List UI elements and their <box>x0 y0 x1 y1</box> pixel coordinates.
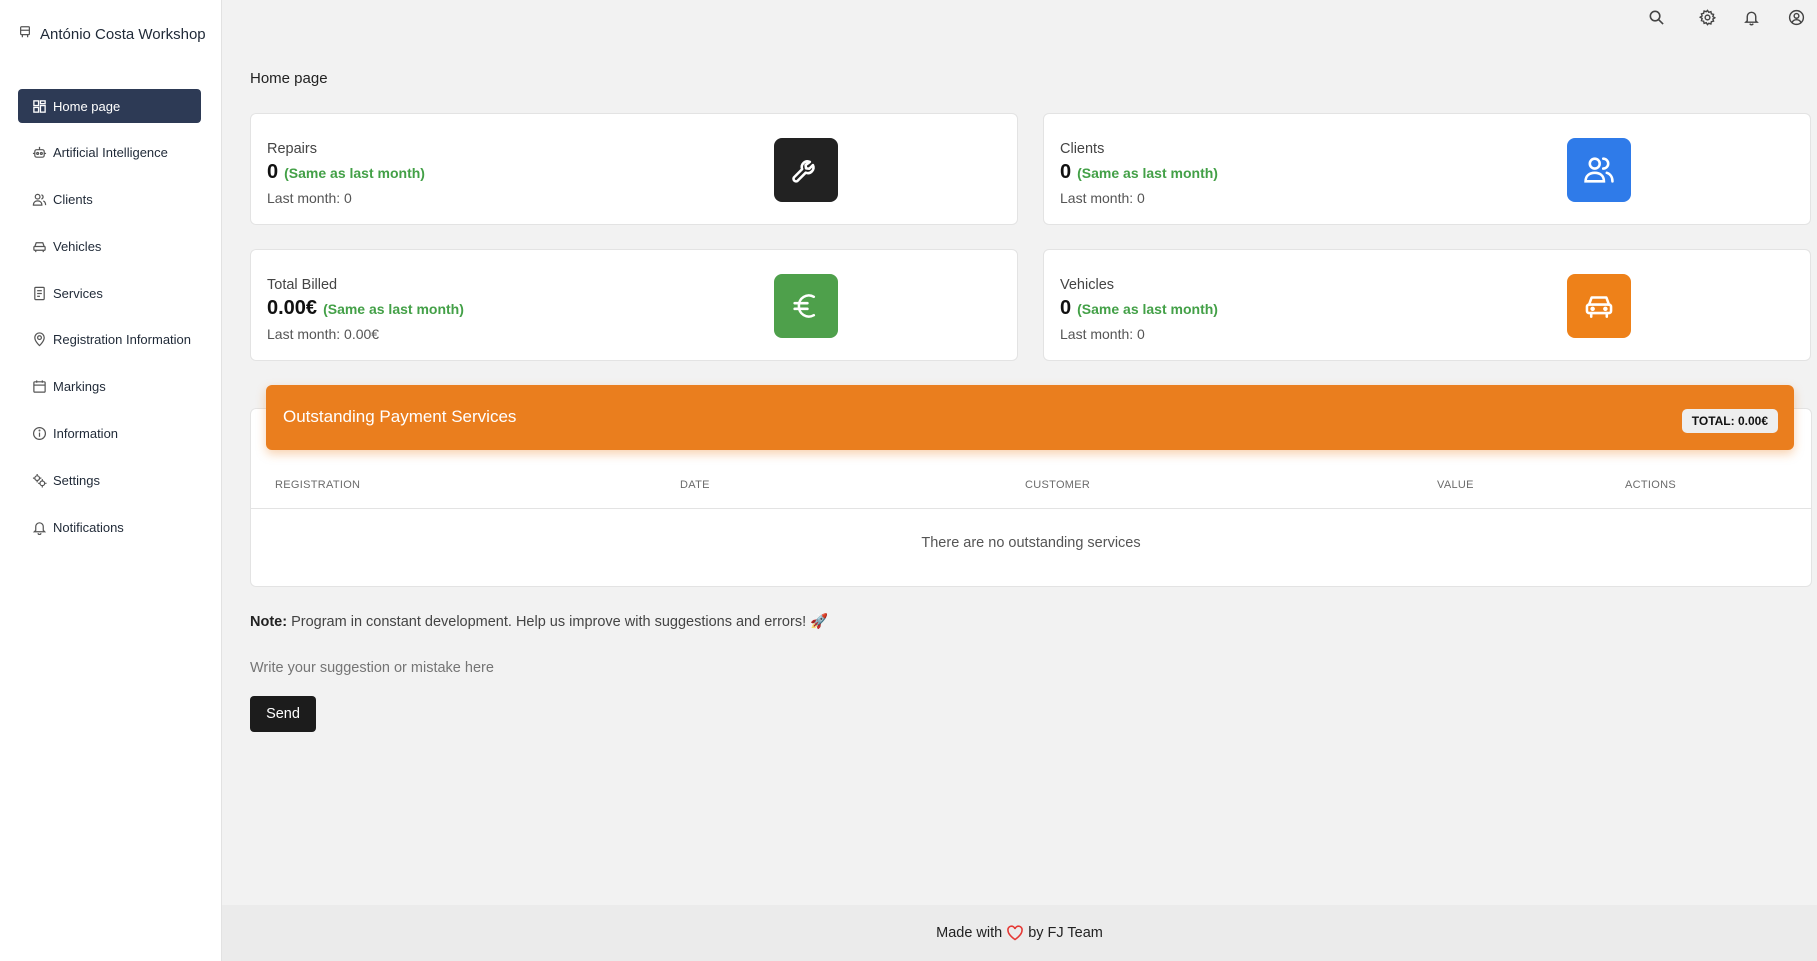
location-pin-icon <box>32 332 47 347</box>
card-delta: (Same as last month) <box>323 301 464 317</box>
empty-state-text: There are no outstanding services <box>921 535 1141 551</box>
sidebar-item-label: Clients <box>53 192 93 208</box>
card-delta: (Same as last month) <box>1077 165 1218 181</box>
document-icon <box>32 286 47 301</box>
column-header-registration[interactable]: REGISTRATION <box>275 479 360 491</box>
card-value-row: 0 (Same as last month) <box>1060 297 1218 320</box>
card-value-row: 0 (Same as last month) <box>1060 161 1218 184</box>
wrench-icon <box>774 138 838 202</box>
sidebar-item-label: Vehicles <box>53 238 102 254</box>
sidebar-item-markings[interactable]: Markings <box>18 370 201 404</box>
billed-card: Total Billed 0.00€ (Same as last month) … <box>250 249 1018 361</box>
sidebar-item-label: Home page <box>53 98 121 114</box>
card-label: Vehicles <box>1060 277 1115 293</box>
sidebar-item-vehicles[interactable]: Vehicles <box>18 229 201 263</box>
development-note: Note: Program in constant development. H… <box>250 613 828 630</box>
sidebar-item-ai[interactable]: Artificial Intelligence <box>18 136 201 170</box>
robot-icon <box>32 145 47 160</box>
euro-icon <box>774 274 838 338</box>
gears-icon <box>32 473 47 488</box>
users-icon <box>32 192 47 207</box>
column-header-date[interactable]: DATE <box>680 479 710 491</box>
calendar-icon <box>32 379 47 394</box>
brand[interactable]: António Costa Workshop <box>18 25 206 43</box>
card-last-month: Last month: 0 <box>1060 190 1145 206</box>
outstanding-header: Outstanding Payment Services TOTAL: 0.00… <box>266 385 1794 450</box>
bell-icon[interactable] <box>1743 9 1760 26</box>
column-header-actions: ACTIONS <box>1625 479 1676 491</box>
card-delta: (Same as last month) <box>1077 301 1218 317</box>
sidebar-item-information[interactable]: Information <box>18 417 201 451</box>
card-value-row: 0.00€ (Same as last month) <box>267 297 464 320</box>
card-label: Repairs <box>267 141 317 157</box>
page-title: Home page <box>250 70 328 87</box>
sidebar-item-label: Registration Information <box>53 332 192 348</box>
users-icon <box>1567 138 1631 202</box>
sidebar-nav: Home page Artificial Intelligence Client… <box>18 89 201 557</box>
card-last-month: Last month: 0 <box>1060 326 1145 342</box>
column-header-value[interactable]: VALUE <box>1437 479 1474 491</box>
sidebar-item-label: Information <box>53 426 119 442</box>
card-delta: (Same as last month) <box>284 165 425 181</box>
sidebar-item-notifications[interactable]: Notifications <box>18 510 201 544</box>
table-divider <box>251 508 1811 509</box>
footer-prefix: Made with <box>936 925 1003 941</box>
card-value: 0 <box>267 161 279 183</box>
card-last-month: Last month: 0 <box>267 190 352 206</box>
sidebar-item-label: Notifications <box>53 519 124 535</box>
sidebar-item-label: Markings <box>53 379 106 395</box>
vehicles-card: Vehicles 0 (Same as last month) Last mon… <box>1043 249 1811 361</box>
car-icon <box>32 239 47 254</box>
footer: Made with by FJ Team <box>222 905 1817 961</box>
sidebar: António Costa Workshop Home page Artific… <box>0 0 222 961</box>
card-value: 0 <box>1060 297 1072 319</box>
suggestion-input[interactable] <box>250 660 850 676</box>
column-header-customer[interactable]: CUSTOMER <box>1025 479 1090 491</box>
repairs-card: Repairs 0 (Same as last month) Last mont… <box>250 113 1018 225</box>
card-value-row: 0 (Same as last month) <box>267 161 425 184</box>
app-title: António Costa Workshop <box>40 26 206 43</box>
building-icon <box>18 25 32 39</box>
send-button[interactable]: Send <box>250 696 316 732</box>
sidebar-item-label: Settings <box>53 472 100 488</box>
note-label: Note: <box>250 614 288 630</box>
card-label: Total Billed <box>267 277 338 293</box>
total-badge: TOTAL: 0.00€ <box>1681 409 1778 433</box>
sidebar-item-clients[interactable]: Clients <box>18 183 201 217</box>
sidebar-item-services[interactable]: Services <box>18 276 201 310</box>
sidebar-item-label: Artificial Intelligence <box>53 145 168 161</box>
info-icon <box>32 426 47 441</box>
heart-icon <box>1006 924 1024 942</box>
clients-card: Clients 0 (Same as last month) Last mont… <box>1043 113 1811 225</box>
dashboard-icon <box>32 99 47 114</box>
gear-icon[interactable] <box>1699 9 1716 26</box>
card-label: Clients <box>1060 141 1105 157</box>
user-circle-icon[interactable] <box>1788 9 1805 26</box>
outstanding-title: Outstanding Payment Services <box>283 407 517 426</box>
footer-suffix: by FJ Team <box>1028 925 1103 941</box>
note-text: Program in constant development. Help us… <box>287 614 829 630</box>
card-value: 0.00€ <box>267 297 318 319</box>
card-last-month: Last month: 0.00€ <box>267 326 380 342</box>
bell-icon <box>32 520 47 535</box>
card-value: 0 <box>1060 161 1072 183</box>
search-icon[interactable] <box>1648 9 1665 26</box>
sidebar-item-home[interactable]: Home page <box>18 89 201 123</box>
sidebar-item-settings[interactable]: Settings <box>18 463 201 497</box>
sidebar-item-label: Services <box>53 285 103 301</box>
car-icon <box>1567 274 1631 338</box>
sidebar-item-registration[interactable]: Registration Information <box>18 323 201 357</box>
